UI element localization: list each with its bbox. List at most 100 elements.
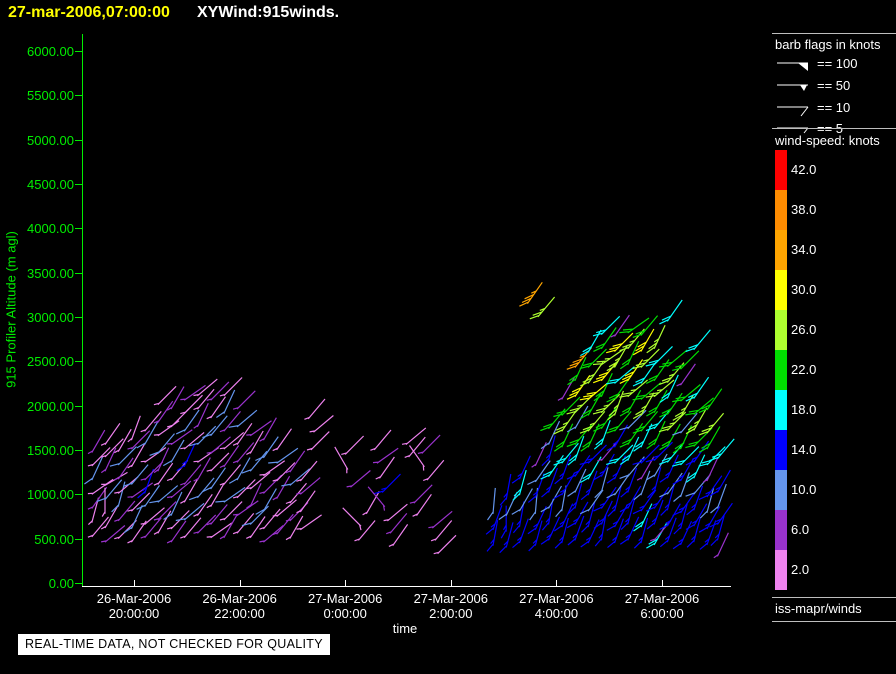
colorbar-swatch [775, 150, 787, 190]
wind-barb [633, 470, 651, 501]
x-tick-mark [556, 580, 558, 586]
wind-barb [672, 384, 701, 403]
wind-barb [114, 457, 134, 481]
x-tick-label: 27-Mar-2006 4:00:00 [496, 591, 616, 621]
quality-disclaimer: REAL-TIME DATA, NOT CHECKED FOR QUALITY [18, 634, 330, 655]
x-tick-mark [450, 580, 452, 586]
wind-barb [566, 375, 591, 400]
colorbar-swatch [775, 190, 787, 230]
wind-barb [417, 434, 441, 455]
wind-barb [619, 422, 644, 448]
colorbar-swatch [775, 230, 787, 270]
x-tick-time: 6:00:00 [640, 606, 684, 621]
wind-barb [140, 447, 167, 463]
wind-barb [646, 420, 666, 450]
y-tick-mark [75, 361, 82, 363]
wind-barb [540, 516, 561, 545]
flag-100-icon [777, 62, 808, 71]
separator-credit-top [772, 597, 896, 598]
wind-barb [229, 457, 251, 484]
wind-barb [699, 487, 715, 519]
wind-barb [606, 473, 630, 499]
colorbar-swatch [775, 390, 787, 430]
wind-barb [672, 350, 700, 371]
y-tick-mark [75, 228, 82, 230]
x-tick-label: 27-Mar-2006 0:00:00 [285, 591, 405, 621]
x-tick-label: 26-Mar-2006 20:00:00 [74, 591, 194, 621]
page-title: XYWind:915winds. [197, 4, 340, 21]
y-tick-mark [75, 139, 82, 141]
wind-barb [646, 325, 666, 354]
x-tick-time: 0:00:00 [323, 606, 367, 621]
wind-barb [100, 505, 119, 530]
wind-barb [304, 398, 326, 420]
x-tick-time: 4:00:00 [534, 606, 579, 621]
wind-barb [566, 454, 591, 480]
wind-barb [370, 429, 392, 451]
separator-top [772, 33, 896, 34]
wind-barb [87, 429, 106, 455]
wind-barb [619, 359, 644, 384]
wind-barb [101, 471, 128, 486]
colorbar-swatch [775, 310, 787, 350]
wind-barb [580, 329, 602, 357]
colorbar-value: 26.0 [791, 322, 817, 337]
header-timestamp: 27-mar-2006,07:00:00 [8, 4, 170, 21]
barb-legend-label: == 10 [817, 100, 851, 115]
full-10-icon [777, 106, 809, 117]
wind-barb [412, 493, 432, 517]
wind-barb [372, 447, 399, 464]
wind-barb [619, 379, 648, 398]
x-tick-time: 2:00:00 [429, 606, 473, 621]
colorbar-value: 10.0 [791, 482, 817, 497]
wind-barb [672, 446, 700, 467]
wind-barb [272, 462, 296, 482]
wind-barb [206, 436, 231, 454]
wind-barb [255, 436, 279, 462]
x-tick-label: 27-Mar-2006 2:00:00 [391, 591, 511, 621]
wind-barb [540, 420, 561, 450]
wind-profiler-display: { "header": { "timestamp": "27-mar-2006,… [0, 0, 896, 674]
wind-barb [84, 456, 104, 485]
wind-barb [153, 462, 174, 486]
wind-barb [592, 315, 621, 337]
wind-barb [127, 415, 141, 443]
wind-barb [228, 409, 258, 428]
wind-barb [309, 415, 334, 433]
wind-barb [606, 377, 630, 403]
y-tick-label: 5000.00 [27, 132, 74, 148]
wind-barb [529, 296, 556, 320]
x-tick-mark [134, 580, 135, 586]
wind-barb [334, 446, 349, 474]
barb-legend-title: barb flags in knots [775, 37, 881, 52]
wind-barb [566, 501, 589, 529]
wind-barb [136, 485, 160, 510]
colorbar-swatch [775, 470, 787, 510]
wind-barb [219, 464, 241, 486]
wind-barb [580, 519, 600, 548]
colorbar-value: 22.0 [791, 362, 817, 377]
wind-barb [149, 433, 175, 456]
wind-barb [342, 507, 362, 531]
y-tick-label: 0.00 [48, 576, 74, 591]
wind-barb [409, 484, 433, 504]
wind-barb [685, 376, 710, 402]
y-axis-title: 915 Profiler Altitude (m agl) [3, 231, 19, 388]
y-tick-label: 500.00 [34, 531, 74, 547]
wind-barb [122, 464, 149, 487]
x-axis-title: time [392, 621, 418, 636]
wind-barb [180, 517, 202, 539]
wind-barb [659, 454, 679, 483]
wind-barb [500, 505, 507, 539]
wind-barb [111, 481, 126, 513]
x-tick-time: 22:00:00 [214, 606, 265, 621]
y-tick-label: 1000.00 [27, 487, 74, 503]
wind-barb [499, 473, 512, 506]
wind-barb [388, 524, 409, 547]
x-tick-time: 20:00:00 [108, 606, 160, 621]
colorbar-value: 18.0 [791, 402, 817, 417]
y-tick-mark [75, 583, 82, 584]
pennant-50-icon [777, 84, 808, 91]
x-tick-mark [345, 580, 347, 586]
wind-barb [206, 504, 228, 526]
